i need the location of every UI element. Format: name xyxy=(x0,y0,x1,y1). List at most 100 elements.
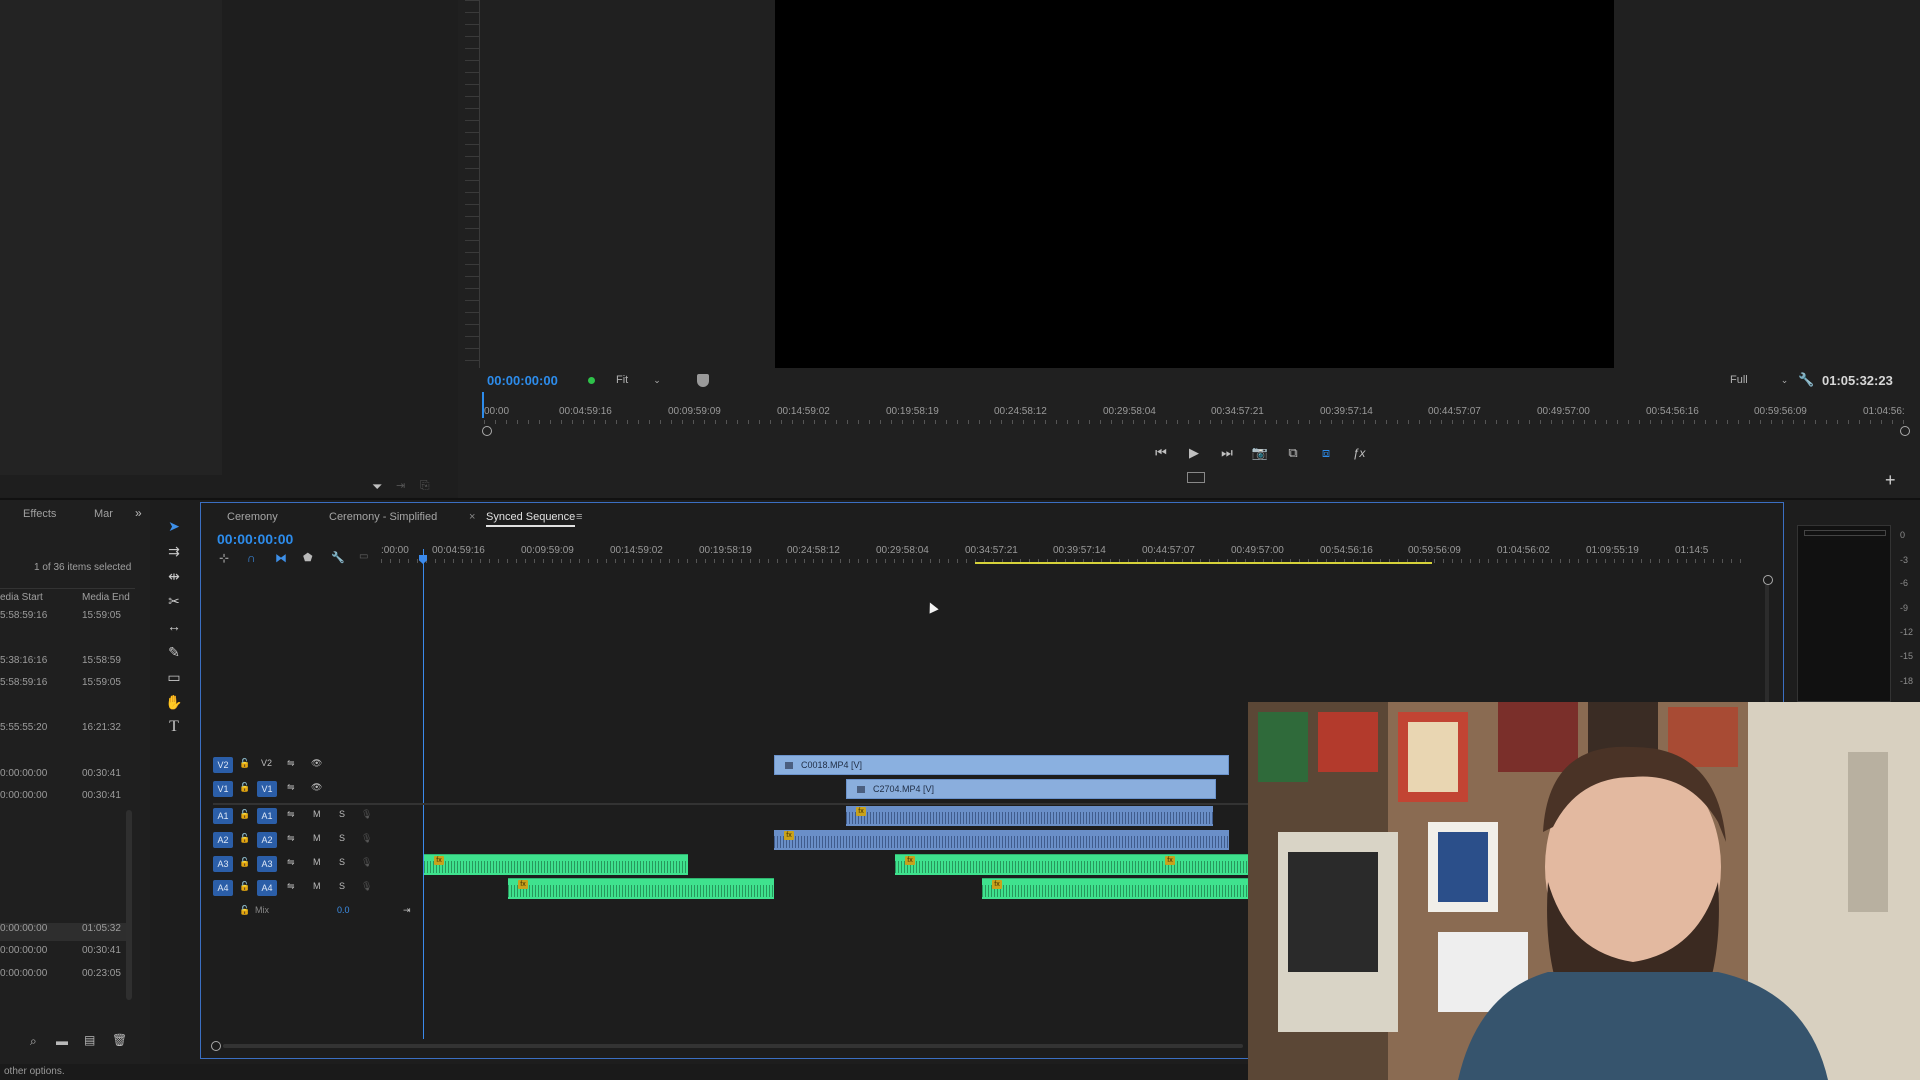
hand-tool-icon[interactable]: ✋ xyxy=(158,691,190,713)
add-button-icon[interactable]: + xyxy=(1885,470,1896,491)
track-name[interactable]: A3 xyxy=(257,856,277,872)
overlay-icon[interactable]: ⧈ xyxy=(1315,442,1337,464)
mute-button[interactable]: M xyxy=(313,833,321,843)
type-tool-icon[interactable]: T xyxy=(158,716,190,738)
vertical-zoom-handle[interactable] xyxy=(1763,575,1773,585)
step-back-icon[interactable]: ⏮ xyxy=(1150,442,1172,464)
rectangle-tool-icon[interactable]: ▭ xyxy=(158,666,190,688)
video-preview[interactable] xyxy=(775,0,1614,368)
eye-icon[interactable]: 👁 xyxy=(311,758,322,769)
new-item-icon[interactable]: ▤ xyxy=(84,1033,95,1047)
filter-icon[interactable]: ⏷ xyxy=(372,479,382,495)
scroll-handle-left[interactable] xyxy=(482,426,492,436)
list-item-selected[interactable]: 0:00:00:00 01:05:32 xyxy=(0,923,128,941)
list-item[interactable]: 5:55:55:20 16:21:32 xyxy=(0,722,128,740)
more-tabs-icon[interactable]: » xyxy=(135,506,142,520)
pen-tool-icon[interactable]: ✎ xyxy=(158,641,190,663)
sync-lock-icon[interactable]: ⇋ xyxy=(287,782,295,793)
track-select-tool-icon[interactable]: ⇉ xyxy=(158,540,190,562)
audio-clip-a4-1[interactable]: fx xyxy=(508,878,774,899)
solo-button[interactable]: S xyxy=(339,881,345,891)
tab-effects[interactable]: Effects xyxy=(23,508,56,520)
column-media-end[interactable]: Media End xyxy=(82,592,130,603)
track-name[interactable]: A4 xyxy=(257,880,277,896)
mute-button[interactable]: M xyxy=(313,809,321,819)
zoom-dropdown[interactable]: Fit ⌄ xyxy=(616,374,661,386)
tab-ceremony-simplified[interactable]: Ceremony - Simplified xyxy=(329,511,437,523)
timeline-settings-icon[interactable]: 🔧 xyxy=(331,551,345,564)
track-name[interactable]: V2 xyxy=(261,758,272,768)
wrench-icon[interactable]: 🔧 xyxy=(1798,372,1814,388)
mix-value[interactable]: 0.0 xyxy=(337,905,350,915)
list-item[interactable]: 0:00:00:00 00:30:41 xyxy=(0,790,128,808)
track-name[interactable]: A2 xyxy=(257,832,277,848)
sync-lock-icon[interactable]: ⇋ xyxy=(287,809,295,820)
list-item[interactable]: 5:38:16:16 15:58:59 xyxy=(0,655,128,673)
folder-icon[interactable]: ▬ xyxy=(56,1034,68,1048)
list-item[interactable]: 0:00:00:00 00:23:05 xyxy=(0,968,128,986)
mic-icon[interactable]: 🎙 xyxy=(361,857,372,868)
monitor-time-ruler[interactable]: 00:00 00:04:59:16 00:09:59:09 00:14:59:0… xyxy=(478,398,1918,432)
marker-icon[interactable] xyxy=(697,374,709,387)
lock-icon[interactable]: 🔓 xyxy=(239,881,250,892)
monitor-playhead[interactable] xyxy=(482,392,484,418)
solo-button[interactable]: S xyxy=(339,833,345,843)
lock-icon[interactable]: 🔓 xyxy=(239,758,250,769)
sequence-timecode[interactable]: 00:00:00:00 xyxy=(217,531,293,547)
compare-icon[interactable]: ⧉ xyxy=(1282,442,1304,464)
audio-clip-a3-1[interactable]: fx xyxy=(424,854,688,875)
source-patch-a3[interactable]: A3 xyxy=(213,856,233,872)
sync-lock-icon[interactable]: ⇋ xyxy=(287,833,295,844)
razor-tool-icon[interactable]: ✂ xyxy=(158,590,190,612)
sync-lock-icon[interactable]: ⇋ xyxy=(287,857,295,868)
playhead[interactable] xyxy=(423,549,424,1039)
audio-clip-a1[interactable]: fx xyxy=(846,806,1213,826)
mic-icon[interactable]: 🎙 xyxy=(361,809,372,820)
insert-icon[interactable]: ⇥ xyxy=(396,479,405,492)
linked-selection-icon[interactable]: ⧓ xyxy=(275,551,287,565)
timeline-time-ruler[interactable]: :00:00 00:04:59:16 00:09:59:09 00:14:59:… xyxy=(381,537,1761,567)
lock-icon[interactable]: 🔓 xyxy=(239,809,250,820)
scroll-handle-right[interactable] xyxy=(1900,426,1910,436)
tab-markers[interactable]: Mar xyxy=(94,508,113,520)
lock-icon[interactable]: 🔓 xyxy=(239,905,250,916)
panel-menu-icon[interactable]: ≡ xyxy=(576,511,582,523)
slip-tool-icon[interactable]: ↔ xyxy=(158,615,190,637)
scroll-handle-left[interactable] xyxy=(211,1041,221,1051)
lock-icon[interactable]: 🔓 xyxy=(239,833,250,844)
list-item[interactable]: 0:00:00:00 00:30:41 xyxy=(0,945,128,963)
monitor-timecode[interactable]: 00:00:00:00 xyxy=(487,373,558,388)
camera-icon[interactable]: 📷 xyxy=(1249,442,1271,464)
audio-clip-a3-2[interactable]: fx fx xyxy=(895,854,1249,875)
list-item[interactable]: 0:00:00:00 00:30:41 xyxy=(0,768,128,786)
vr-icon[interactable] xyxy=(1187,472,1205,483)
audio-clip-a4-2[interactable]: fx xyxy=(982,878,1249,899)
audio-clip-a2[interactable]: fx xyxy=(774,830,1229,850)
mic-icon[interactable]: 🎙 xyxy=(361,881,372,892)
video-clip-v1[interactable]: C2704.MP4 [V] xyxy=(846,779,1216,799)
column-media-start[interactable]: edia Start xyxy=(0,592,43,603)
quality-dropdown[interactable]: Full ⌄ xyxy=(1730,374,1788,386)
work-area-bar[interactable] xyxy=(975,562,1432,564)
captions-icon[interactable]: ▭ xyxy=(359,551,368,562)
source-patch-a2[interactable]: A2 xyxy=(213,832,233,848)
mic-icon[interactable]: 🎙 xyxy=(361,833,372,844)
lock-icon[interactable]: 🔓 xyxy=(239,857,250,868)
play-icon[interactable]: ▶ xyxy=(1183,442,1205,464)
selection-tool-icon[interactable]: ➤ xyxy=(158,515,190,537)
tab-ceremony[interactable]: Ceremony xyxy=(227,511,278,523)
source-patch-v2[interactable]: V2 xyxy=(213,757,233,773)
list-item[interactable]: 5:58:59:16 15:59:05 xyxy=(0,610,128,628)
video-clip-v2[interactable]: C0018.MP4 [V] xyxy=(774,755,1229,775)
sync-lock-icon[interactable]: ⇋ xyxy=(287,881,295,892)
sync-lock-icon[interactable]: ⇋ xyxy=(287,758,295,769)
snap-icon[interactable]: ∩ xyxy=(247,551,256,565)
trash-icon[interactable]: 🗑 xyxy=(112,1033,127,1047)
solo-button[interactable]: S xyxy=(339,809,345,819)
source-patch-a1[interactable]: A1 xyxy=(213,808,233,824)
source-patch-v1[interactable]: V1 xyxy=(213,781,233,797)
track-name[interactable]: V1 xyxy=(257,781,277,797)
ripple-edit-tool-icon[interactable]: ⇹ xyxy=(158,565,190,587)
nest-icon[interactable]: ⊹ xyxy=(219,551,229,565)
list-item[interactable]: 5:58:59:16 15:59:05 xyxy=(0,677,128,695)
